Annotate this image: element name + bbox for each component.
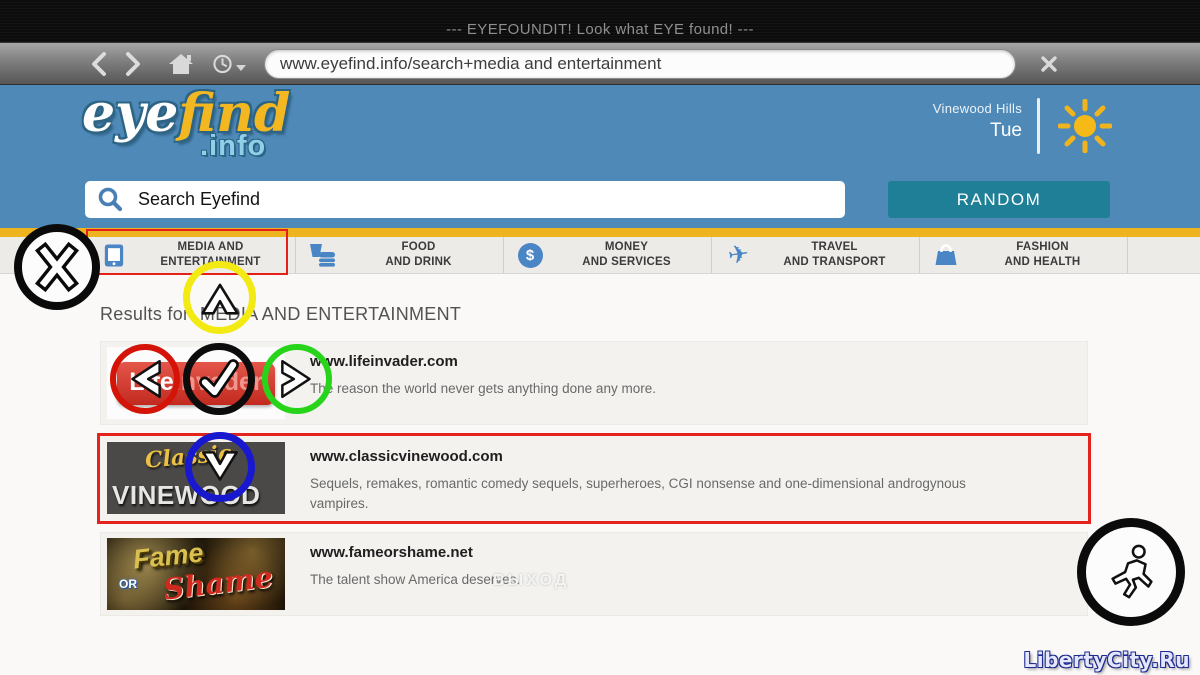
random-button[interactable]: RANDOM — [888, 181, 1110, 218]
weather-divider — [1037, 98, 1040, 154]
history-clock-icon — [212, 52, 233, 76]
results-page: Results for: MEDIA AND ENTERTAINMENT Lif… — [0, 304, 1200, 616]
eyefind-logo[interactable]: eyefind .info — [82, 85, 290, 163]
result-url[interactable]: www.classicvinewood.com — [310, 448, 1020, 465]
faint-overlay-watermark: ВЫХОД — [493, 572, 569, 590]
close-icon — [1039, 54, 1059, 74]
tab-label-line2: AND TRANSPORT — [764, 255, 905, 270]
search-icon — [97, 186, 124, 213]
bag-icon — [920, 242, 972, 268]
back-arrow-icon — [88, 51, 110, 77]
tab-label-line1: FASHION — [972, 240, 1113, 255]
result-url[interactable]: www.fameorshame.net — [310, 544, 520, 561]
fameorshame-thumbnail: Fame OR Shame — [107, 538, 285, 610]
marquee-text: --- EYEFOUNDIT! Look what EYE found! --- — [446, 21, 754, 38]
home-icon — [168, 52, 194, 76]
tab-label-line2: AND HEALTH — [972, 255, 1113, 270]
food-icon — [296, 242, 348, 268]
gamepad-run-sprint-icon — [1077, 518, 1185, 626]
close-button[interactable] — [1032, 49, 1066, 79]
libertycity-watermark: LibertyCity.Ru — [1024, 648, 1190, 672]
tab-label-line1: MONEY — [556, 240, 697, 255]
search-input[interactable]: Search Eyefind — [85, 181, 845, 218]
dollar-icon: $ — [504, 243, 556, 268]
results-heading: Results for: MEDIA AND ENTERTAINMENT — [100, 304, 1200, 325]
tab-fashion-and-health[interactable]: FASHION AND HEALTH — [920, 237, 1128, 273]
sun-weather-icon — [1058, 99, 1112, 158]
plane-icon: ✈ — [712, 240, 764, 270]
tab-media-and-entertainment[interactable]: MEDIA AND ENTERTAINMENT — [88, 237, 296, 273]
tab-travel-and-transport[interactable]: ✈ TRAVEL AND TRANSPORT — [712, 237, 920, 273]
result-description: The reason the world never gets anything… — [310, 379, 656, 399]
home-button[interactable] — [164, 49, 198, 79]
gamepad-dpad-left-icon — [110, 344, 180, 414]
category-tab-bar: MEDIA AND ENTERTAINMENT FOOD AND DRINK $… — [0, 237, 1200, 274]
tab-label-line1: FOOD — [348, 240, 489, 255]
forward-button[interactable] — [116, 49, 150, 79]
result-description: The talent show America deserves. — [310, 570, 520, 590]
gamepad-confirm-check-icon — [183, 343, 255, 415]
gold-divider-stripe — [0, 228, 1200, 237]
site-header: eyefind .info Vinewood Hills Tue Search … — [0, 85, 1200, 228]
logo-eye: eye — [82, 83, 178, 144]
gamepad-x-button-icon — [14, 224, 100, 310]
gamepad-dpad-up-icon — [183, 261, 256, 334]
result-url[interactable]: www.lifeinvader.com — [310, 353, 656, 370]
forward-arrow-icon — [122, 51, 144, 77]
history-dropdown-caret — [236, 65, 246, 71]
address-text: www.eyefind.info/search+media and entert… — [280, 54, 661, 74]
tab-money-and-services[interactable]: $ MONEY AND SERVICES — [504, 237, 712, 273]
weather-day: Tue — [933, 120, 1022, 142]
gamepad-dpad-right-icon — [262, 344, 332, 414]
search-placeholder-text: Search Eyefind — [138, 189, 260, 210]
address-bar[interactable]: www.eyefind.info/search+media and entert… — [264, 49, 1016, 79]
weather-widget: Vinewood Hills Tue — [933, 101, 1022, 142]
history-button[interactable] — [212, 49, 246, 79]
search-row: Search Eyefind RANDOM — [85, 181, 1110, 218]
result-row-fameorshame[interactable]: Fame OR Shame www.fameorshame.net The ta… — [100, 532, 1088, 616]
tab-label-line1: MEDIA AND — [140, 240, 281, 255]
back-button[interactable] — [82, 49, 116, 79]
result-description: Sequels, remakes, romantic comedy sequel… — [310, 474, 1020, 515]
tab-label-line1: TRAVEL — [764, 240, 905, 255]
tab-label-line2: AND SERVICES — [556, 255, 697, 270]
tab-label-line2: AND DRINK — [348, 255, 489, 270]
weather-location: Vinewood Hills — [933, 101, 1022, 116]
gamepad-dpad-down-icon — [185, 432, 255, 502]
top-status-bar: --- EYEFOUNDIT! Look what EYE found! --- — [0, 0, 1200, 42]
tab-food-and-drink[interactable]: FOOD AND DRINK — [296, 237, 504, 273]
browser-toolbar: www.eyefind.info/search+media and entert… — [0, 42, 1200, 85]
